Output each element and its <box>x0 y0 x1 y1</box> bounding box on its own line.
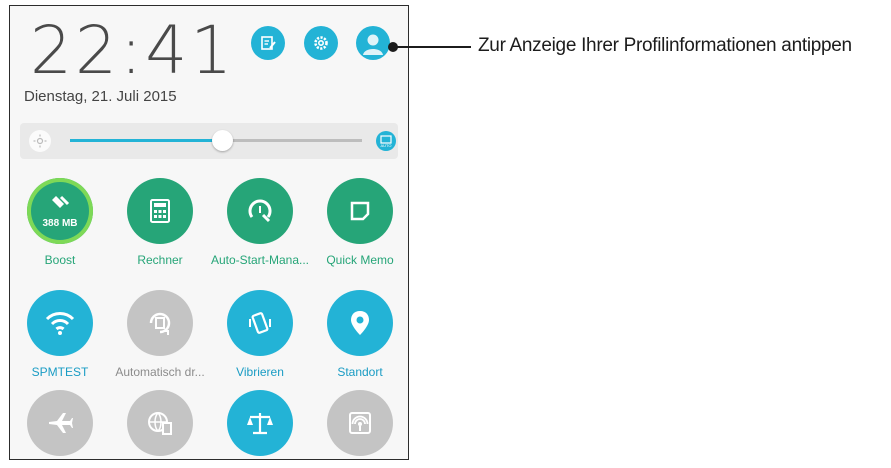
tile-auto-rotate[interactable]: Automatisch dr... <box>112 290 208 386</box>
mobile-data-icon[interactable] <box>127 390 193 456</box>
auto-start-icon[interactable] <box>227 178 293 244</box>
callout-line <box>393 46 471 48</box>
brightness-fill <box>70 139 222 142</box>
airplane-icon[interactable] <box>27 390 93 456</box>
vibrate-icon[interactable] <box>227 290 293 356</box>
quick-memo-icon[interactable] <box>327 178 393 244</box>
tile-vibrate[interactable]: Vibrieren <box>212 290 308 386</box>
boost-badge: 388 MB <box>42 218 78 229</box>
boost-icon[interactable]: 388 MB <box>27 178 93 244</box>
clock-time: 22:41 <box>30 12 236 89</box>
balanced-icon[interactable] <box>227 390 293 456</box>
tile-hotspot[interactable]: Hotspot <box>312 390 408 459</box>
tile-label: Automatisch dr... <box>115 365 205 379</box>
tile-label: Standort <box>337 365 383 379</box>
auto-rotate-icon[interactable] <box>127 290 193 356</box>
tile-label: Vibrieren <box>236 365 284 379</box>
location-icon[interactable] <box>327 290 393 356</box>
wifi-icon[interactable] <box>27 290 93 356</box>
clock-date: Dienstag, 21. Juli 2015 <box>24 88 177 105</box>
tile-airplane[interactable]: Flugmodus <box>12 390 108 459</box>
tile-balanced[interactable]: Ausgeglichener... <box>212 390 308 459</box>
tile-location[interactable]: Standort <box>312 290 408 386</box>
hotspot-icon[interactable] <box>327 390 393 456</box>
tile-label: SPMTEST <box>31 365 89 379</box>
tile-label: Auto-Start-Mana... <box>210 253 310 267</box>
calculator-icon[interactable] <box>127 178 193 244</box>
profile-icon[interactable] <box>356 26 390 60</box>
tile-label: Quick Memo <box>326 253 394 267</box>
brightness-track[interactable] <box>70 130 362 151</box>
tile-label: Boost <box>44 253 76 267</box>
quick-settings-panel: 22:41 Dienstag, 21. Juli 2015 AUTO 388 M… <box>9 5 409 460</box>
tile-boost[interactable]: 388 MB Boost <box>12 178 108 274</box>
settings-icon[interactable] <box>304 26 338 60</box>
brightness-icon <box>29 130 51 152</box>
svg-text:AUTO: AUTO <box>380 143 391 148</box>
callout-text: Zur Anzeige Ihrer Profilinformationen an… <box>478 35 852 56</box>
edit-icon[interactable] <box>251 26 285 60</box>
tile-calculator[interactable]: Rechner <box>112 178 208 274</box>
brightness-slider[interactable]: AUTO <box>20 123 398 159</box>
tile-mobile-data[interactable]: Mobilfunkdaten <box>112 390 208 459</box>
tile-label: Rechner <box>137 253 183 267</box>
tile-auto-start[interactable]: Auto-Start-Mana... <box>211 178 309 274</box>
auto-brightness-icon[interactable]: AUTO <box>376 131 396 151</box>
tile-wifi[interactable]: SPMTEST <box>12 290 108 386</box>
tile-quick-memo[interactable]: Quick Memo <box>312 178 408 274</box>
brightness-thumb[interactable] <box>211 130 233 151</box>
